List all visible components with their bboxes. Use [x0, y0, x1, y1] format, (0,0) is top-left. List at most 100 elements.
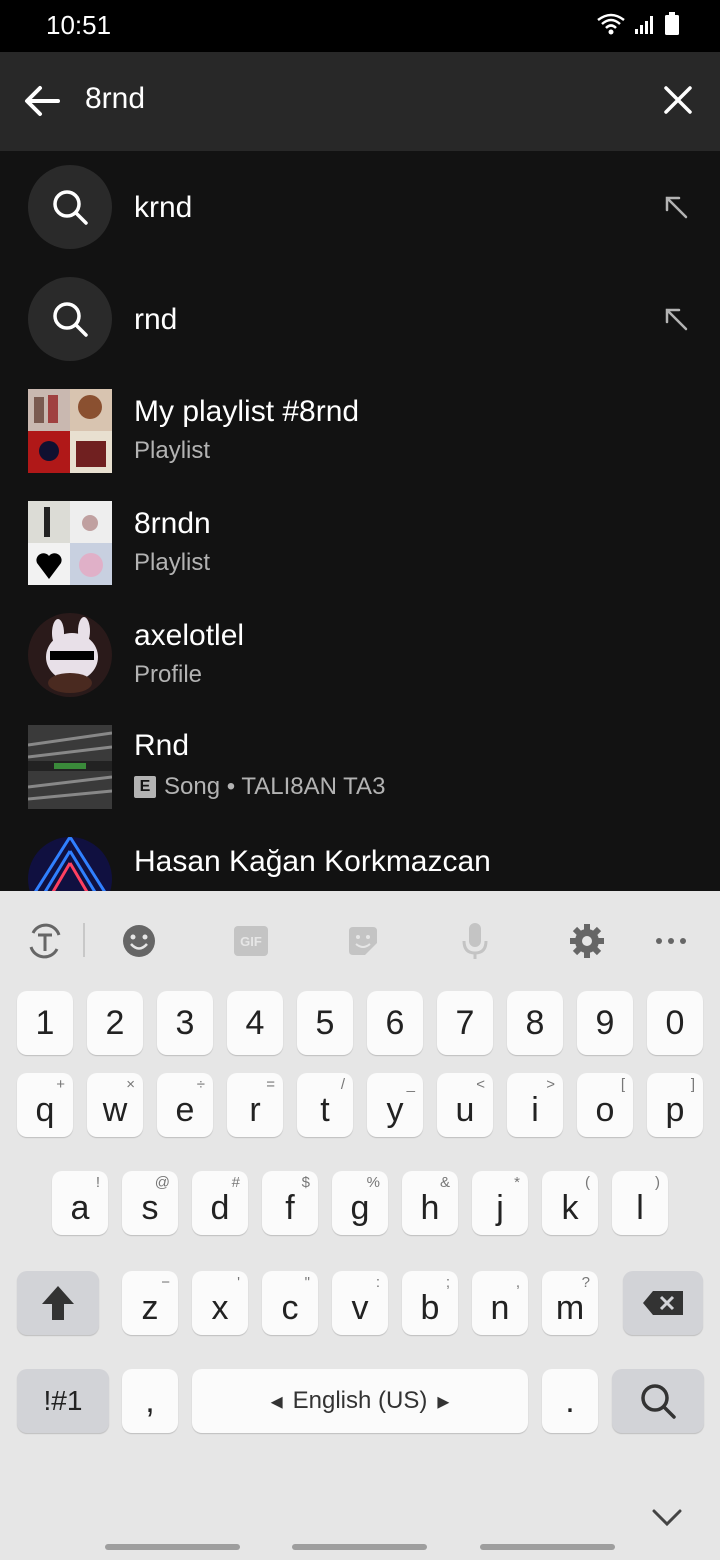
key-e[interactable]: ÷ e — [157, 1073, 213, 1137]
language-label: English (US) — [292, 1387, 428, 1414]
nav-bar-home[interactable] — [292, 1544, 427, 1550]
result-subtitle: Playlist — [134, 437, 211, 464]
key-2[interactable]: 2 — [87, 991, 143, 1055]
key-j[interactable]: * j — [472, 1171, 528, 1235]
key-7[interactable]: 7 — [437, 991, 493, 1055]
toolbar-divider — [83, 923, 85, 957]
status-icons — [596, 12, 680, 36]
key-z[interactable]: − z — [122, 1271, 178, 1335]
key-w[interactable]: × w — [87, 1073, 143, 1137]
key-9[interactable]: 9 — [577, 991, 633, 1055]
key-k[interactable]: (k — [542, 1171, 598, 1235]
backspace-icon — [643, 1291, 683, 1315]
song-cover — [28, 725, 112, 809]
playlist-cover — [28, 389, 112, 473]
keyboard: GIF 1 2 3 4 5 6 7 8 9 0 + q × w ÷ e = r / t _… — [0, 891, 720, 1560]
key-r[interactable]: = r — [227, 1073, 283, 1137]
key-n[interactable]: ,n — [472, 1271, 528, 1335]
key-g[interactable]: % g — [332, 1171, 388, 1235]
period-key[interactable]: . — [542, 1369, 598, 1433]
space-label: ◂ English (US) ▸ — [271, 1387, 450, 1416]
text-mode-icon[interactable] — [25, 921, 65, 961]
key-6[interactable]: 6 — [367, 991, 423, 1055]
result-title: My playlist #8rnd — [134, 395, 360, 428]
artist-image — [28, 837, 112, 891]
sticker-icon[interactable] — [343, 921, 383, 961]
battery-icon — [665, 12, 679, 35]
song-row[interactable]: Rnd E Song • TALI8AN TA3 — [0, 711, 720, 823]
fill-query-arrow-icon[interactable] — [662, 305, 690, 333]
key-1[interactable]: 1 — [17, 991, 73, 1055]
explicit-badge: E — [134, 776, 156, 798]
search-input[interactable]: 8rnd — [85, 82, 145, 116]
caret-left-icon: ◂ — [270, 1387, 283, 1415]
profile-row[interactable]: axelotlel Profile — [0, 599, 720, 711]
shift-icon — [42, 1286, 74, 1320]
key-f[interactable]: $ f — [262, 1171, 318, 1235]
key-b[interactable]: ; b — [402, 1271, 458, 1335]
key-c[interactable]: " c — [262, 1271, 318, 1335]
nav-bar-back[interactable] — [480, 1544, 615, 1550]
key-m[interactable]: ? m — [542, 1271, 598, 1335]
key-5[interactable]: 5 — [297, 991, 353, 1055]
key-a[interactable]: ! a — [52, 1171, 108, 1235]
back-arrow-icon[interactable] — [20, 79, 64, 123]
search-key[interactable] — [612, 1369, 704, 1433]
caret-right-icon: ▸ — [437, 1387, 450, 1415]
key-v[interactable]: :v — [332, 1271, 388, 1335]
symbols-key[interactable]: !#1 — [17, 1369, 109, 1433]
key-h[interactable]: & h — [402, 1171, 458, 1235]
keyboard-toolbar: GIF — [0, 891, 720, 989]
status-time: 10:51 — [46, 10, 112, 40]
status-bar: 10:51 — [0, 0, 720, 52]
artist-row[interactable]: Hasan Kağan Korkmazcan — [0, 823, 720, 891]
space-key[interactable]: ◂ English (US) ▸ — [192, 1369, 528, 1433]
key-3[interactable]: 3 — [157, 991, 213, 1055]
gear-icon[interactable] — [567, 921, 607, 961]
key-q[interactable]: + q — [17, 1073, 73, 1137]
key-0[interactable]: 0 — [647, 991, 703, 1055]
key-i[interactable]: > i — [507, 1073, 563, 1137]
suggestion-row[interactable]: rnd — [0, 263, 720, 375]
key-4[interactable]: 4 — [227, 991, 283, 1055]
gif-icon[interactable]: GIF — [231, 921, 271, 961]
close-icon[interactable] — [660, 82, 696, 118]
result-title: 8rndn — [134, 507, 211, 540]
result-subtitle: Song • TALI8AN TA3 — [164, 773, 386, 800]
search-icon — [28, 165, 112, 249]
search-icon — [28, 277, 112, 361]
playlist-row[interactable]: My playlist #8rnd Playlist — [0, 375, 720, 487]
search-results: krnd rnd My playlist #8rnd Playlist 8rnd… — [0, 151, 720, 891]
key-s[interactable]: @ s — [122, 1171, 178, 1235]
key-l[interactable]: ) l — [612, 1171, 668, 1235]
suggestion-row[interactable]: krnd — [0, 151, 720, 263]
key-d[interactable]: # d — [192, 1171, 248, 1235]
result-subtitle: Profile — [134, 661, 203, 688]
collapse-keyboard-icon[interactable] — [650, 1500, 684, 1534]
key-p[interactable]: ] p — [647, 1073, 703, 1137]
result-title: axelotlel — [134, 619, 245, 652]
nav-bar-recents[interactable] — [105, 1544, 240, 1550]
search-icon — [641, 1384, 676, 1419]
key-x[interactable]: ' x — [192, 1271, 248, 1335]
key-8[interactable]: 8 — [507, 991, 563, 1055]
key-t[interactable]: / t — [297, 1073, 353, 1137]
avatar — [28, 613, 112, 697]
comma-key[interactable]: , — [122, 1369, 178, 1433]
key-o[interactable]: [o — [577, 1073, 633, 1137]
suggestion-text: rnd — [134, 303, 178, 336]
signal-icon — [635, 16, 653, 34]
emoji-icon[interactable] — [119, 921, 159, 961]
key-y[interactable]: _ y — [367, 1073, 423, 1137]
key-u[interactable]: < u — [437, 1073, 493, 1137]
more-icon[interactable] — [651, 921, 691, 961]
playlist-cover — [28, 501, 112, 585]
playlist-row[interactable]: 8rndn Playlist — [0, 487, 720, 599]
backspace-key[interactable] — [623, 1271, 703, 1335]
fill-query-arrow-icon[interactable] — [662, 193, 690, 221]
result-subtitle: Playlist — [134, 549, 211, 576]
result-subtitle-line: E Song • TALI8AN TA3 — [134, 773, 385, 801]
shift-key[interactable] — [17, 1271, 99, 1335]
search-header: 8rnd — [0, 52, 720, 151]
mic-icon[interactable] — [455, 921, 495, 961]
